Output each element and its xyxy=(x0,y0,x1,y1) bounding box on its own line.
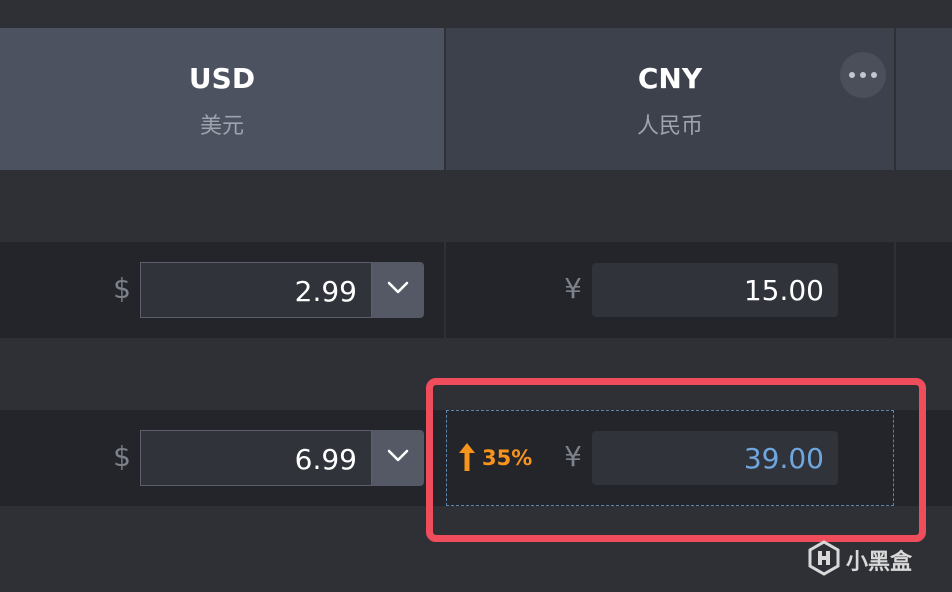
cny-code: CNY xyxy=(637,62,703,95)
usd-price-value: 6.99 xyxy=(294,443,357,476)
column-divider xyxy=(894,242,896,338)
usd-name: 美元 xyxy=(199,114,244,139)
dollar-sign: $ xyxy=(113,272,131,305)
ellipsis-icon xyxy=(849,72,855,78)
usd-price-dropdown-button[interactable] xyxy=(372,430,424,486)
highlight-annotation-box xyxy=(426,378,926,542)
cny-price-field[interactable]: 15.00 xyxy=(592,263,838,317)
dollar-sign: $ xyxy=(113,440,131,473)
column-divider xyxy=(444,242,446,338)
usd-price-input[interactable]: 2.99 xyxy=(140,262,372,318)
chevron-down-icon xyxy=(387,449,409,462)
yuan-sign: ¥ xyxy=(564,272,582,305)
watermark-text: 小黑盒 xyxy=(846,550,913,575)
usd-price-value: 2.99 xyxy=(294,275,357,308)
next-column-header xyxy=(896,28,952,170)
usd-price-input[interactable]: 6.99 xyxy=(140,430,372,486)
usd-price-dropdown-button[interactable] xyxy=(372,262,424,318)
usd-code: USD xyxy=(188,62,256,95)
cny-name: 人民币 xyxy=(636,114,703,139)
xiaoheihe-logo-icon xyxy=(808,540,840,576)
cny-column-header: CNY 人民币 xyxy=(446,28,894,170)
cny-price-value: 15.00 xyxy=(743,274,824,307)
chevron-down-icon xyxy=(387,281,409,294)
usd-column-header: USD 美元 xyxy=(0,28,444,170)
more-options-button[interactable] xyxy=(840,52,886,98)
